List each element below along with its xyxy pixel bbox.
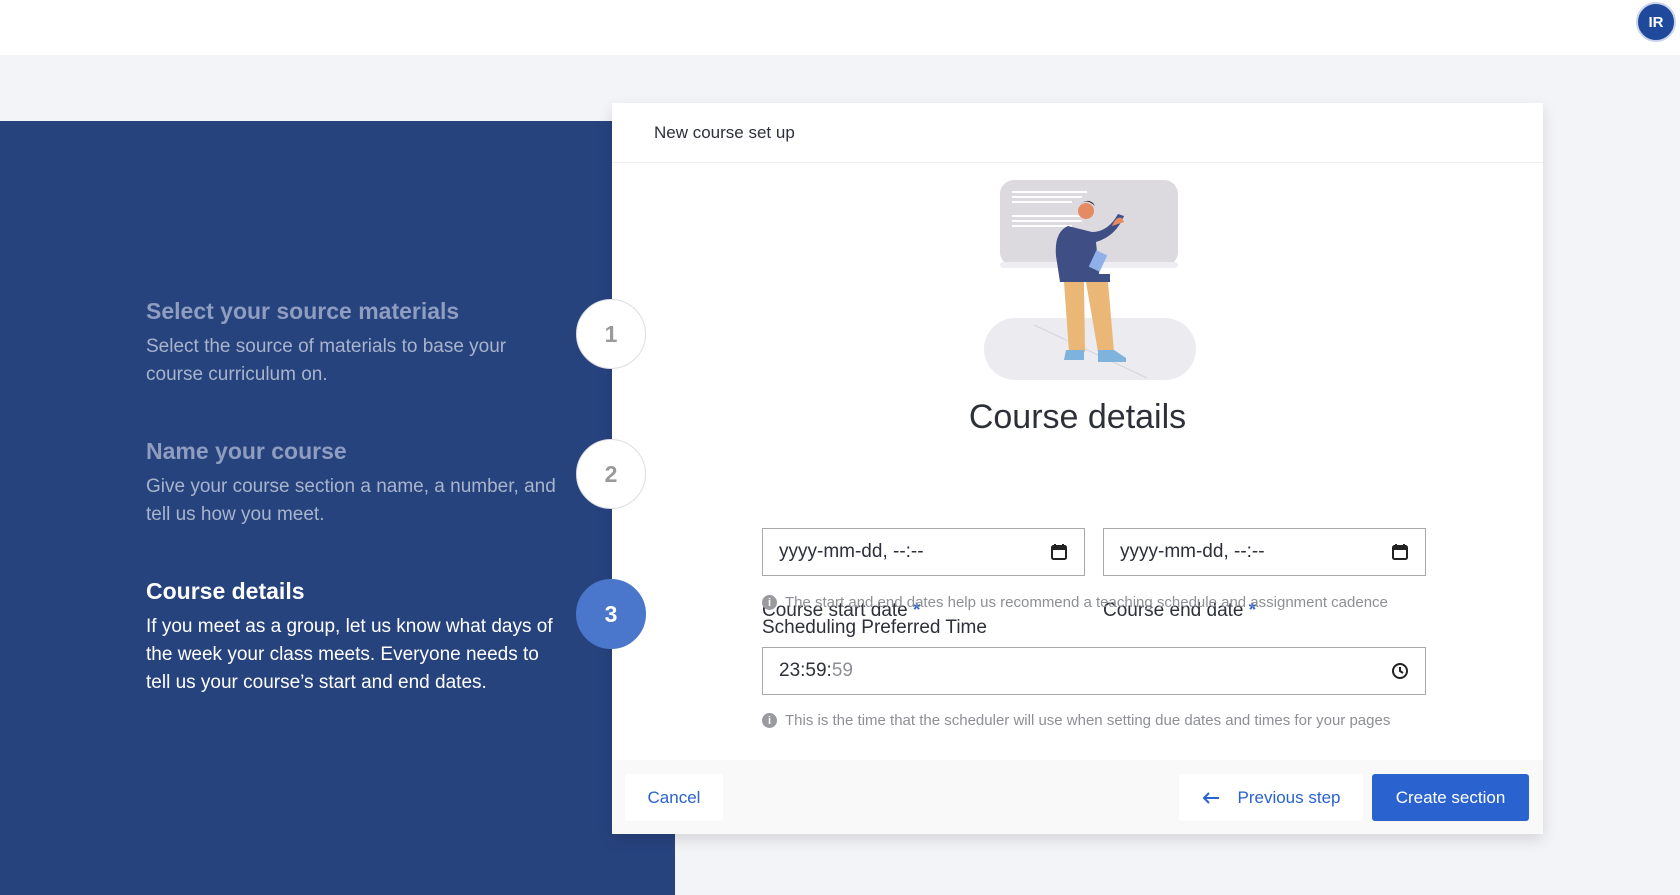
- dates-hint-text: The start and end dates help us recommen…: [785, 594, 1388, 611]
- user-avatar[interactable]: IR: [1636, 2, 1676, 42]
- step-description: Give your course section a name, a numbe…: [146, 476, 556, 525]
- step-description: Select the source of materials to base y…: [146, 336, 507, 385]
- time-value: 23:59:59: [779, 660, 853, 682]
- step-3: Course details If you meet as a group, l…: [146, 578, 556, 697]
- previous-step-label: Previous step: [1237, 787, 1341, 807]
- preferred-time-label: Scheduling Preferred Time: [762, 617, 987, 638]
- step-1-indicator: 1: [576, 299, 646, 369]
- step-title: Select your source materials: [146, 298, 460, 324]
- top-bar: IR: [0, 0, 1680, 55]
- card-header: New course set up: [612, 103, 1543, 163]
- cancel-button[interactable]: Cancel: [625, 774, 723, 821]
- step-1: Select your source materials Select the …: [146, 298, 556, 389]
- teacher-illustration: [984, 180, 1196, 380]
- start-date-placeholder: yyyy-mm-dd, --:--: [779, 541, 924, 562]
- create-section-button[interactable]: Create section: [1372, 774, 1529, 821]
- step-description: If you meet as a group, let us know what…: [146, 616, 553, 693]
- end-date-input[interactable]: yyyy-mm-dd, --:--: [1103, 528, 1426, 576]
- time-hint-text: This is the time that the scheduler will…: [785, 712, 1391, 729]
- calendar-icon[interactable]: [1050, 543, 1068, 561]
- calendar-icon[interactable]: [1391, 543, 1409, 561]
- time-hint: i This is the time that the scheduler wi…: [762, 712, 1390, 729]
- step-2: Name your course Give your course sectio…: [146, 438, 556, 529]
- step-3-indicator: 3: [576, 579, 646, 649]
- time-seconds: 59: [831, 660, 853, 681]
- end-date-placeholder: yyyy-mm-dd, --:--: [1120, 541, 1265, 562]
- info-icon: i: [762, 595, 777, 610]
- dates-hint: i The start and end dates help us recomm…: [762, 594, 1388, 611]
- info-icon: i: [762, 713, 777, 728]
- time-hours-minutes: 23:59:: [779, 660, 832, 681]
- step-title: Name your course: [146, 438, 347, 464]
- card-footer: Cancel Previous step Create section: [612, 760, 1543, 834]
- course-setup-card: New course set up Course details Course …: [612, 103, 1543, 834]
- section-title: Course details: [968, 398, 1187, 436]
- start-date-input[interactable]: yyyy-mm-dd, --:--: [762, 528, 1085, 576]
- step-2-indicator: 2: [576, 439, 646, 509]
- clock-icon[interactable]: [1391, 662, 1409, 680]
- previous-step-button[interactable]: Previous step: [1179, 774, 1363, 821]
- preferred-time-input[interactable]: 23:59:59: [762, 647, 1426, 695]
- arrow-left-icon: [1202, 791, 1219, 804]
- step-title: Course details: [146, 578, 305, 604]
